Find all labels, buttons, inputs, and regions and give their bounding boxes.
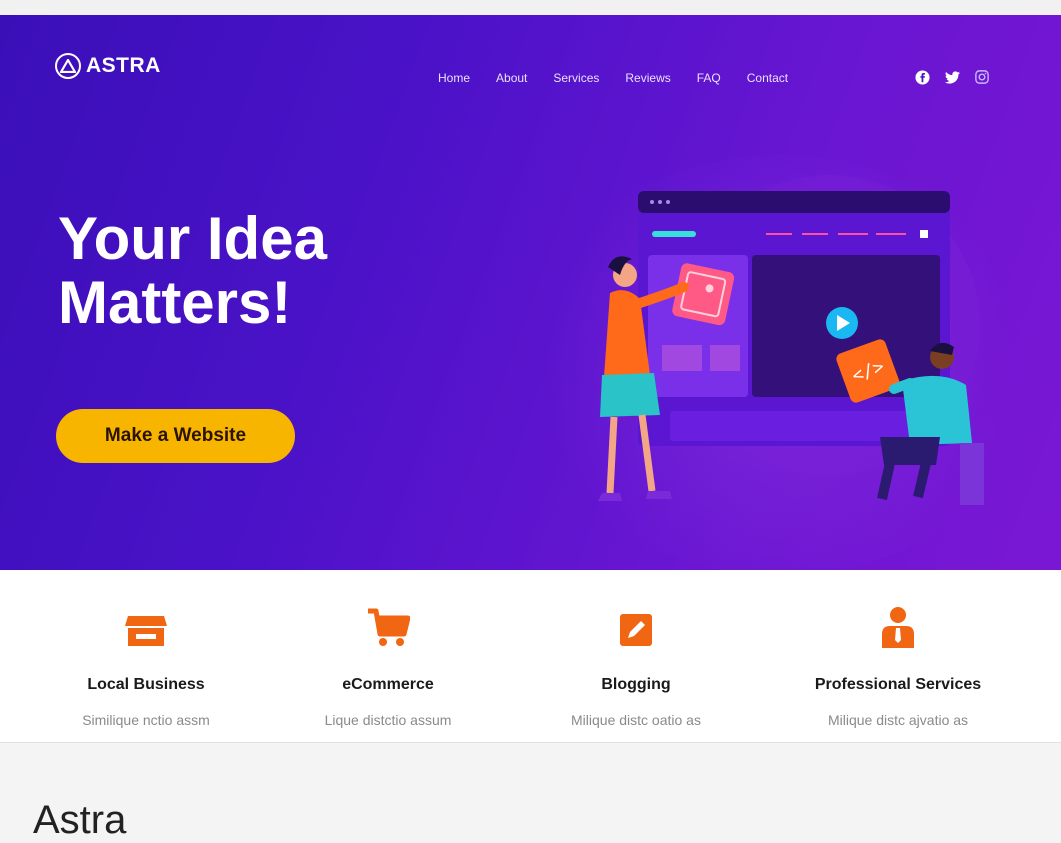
cart-icon: [278, 608, 498, 648]
top-strip: [0, 0, 1061, 15]
logo-text: ASTRA: [86, 54, 161, 77]
feature-title: Local Business: [87, 676, 205, 693]
headline-line-2: Matters!: [58, 269, 292, 336]
nav-faq[interactable]: FAQ: [697, 71, 721, 85]
feature-blogging[interactable]: Blogging Milique distc oatio as: [526, 608, 746, 728]
feature-title: eCommerce: [342, 676, 434, 693]
hero-headline: Your Idea Matters!: [58, 207, 478, 335]
nav-home[interactable]: Home: [438, 71, 470, 85]
pencil-icon: [526, 608, 746, 648]
twitter-icon[interactable]: [944, 69, 960, 85]
feature-ecommerce[interactable]: eCommerce Lique distctio assum: [278, 608, 498, 728]
site-name: Astra: [33, 798, 127, 842]
feature-desc: Similique nctio assm: [82, 712, 210, 728]
page: ASTRA Home About Services Reviews FAQ Co…: [0, 0, 1061, 842]
store-icon: [36, 608, 256, 648]
nav-contact[interactable]: Contact: [747, 71, 788, 85]
nav-reviews[interactable]: Reviews: [625, 71, 670, 85]
feature-desc: Milique distc ajvatio as: [827, 712, 969, 728]
feature-professional-services[interactable]: Professional Services Milique distc ajva…: [788, 607, 1008, 728]
feature-title: Blogging: [601, 676, 671, 693]
headline-line-1: Your Idea: [58, 205, 327, 272]
instagram-icon[interactable]: [974, 69, 990, 85]
social-links: [914, 69, 990, 85]
nav-about[interactable]: About: [496, 71, 527, 85]
businessman-icon: [788, 607, 1008, 648]
facebook-icon[interactable]: [914, 69, 930, 85]
hero-illustration: </>: [598, 175, 984, 505]
feature-title: Professional Services: [814, 676, 982, 693]
caption-bar: Astra: [0, 742, 1061, 842]
astra-logo-icon: [55, 53, 81, 79]
main-nav: Home About Services Reviews FAQ Contact: [438, 71, 814, 85]
features-section: Local Business Similique nctio assm eCom…: [0, 570, 1061, 742]
make-website-button[interactable]: Make a Website: [56, 409, 295, 463]
site-logo[interactable]: ASTRA: [55, 53, 161, 79]
feature-desc: Milique distc oatio as: [571, 712, 701, 728]
feature-desc: Lique distctio assum: [324, 712, 452, 728]
feature-local-business[interactable]: Local Business Similique nctio assm: [36, 608, 256, 728]
nav-services[interactable]: Services: [553, 71, 599, 85]
hero-section: ASTRA Home About Services Reviews FAQ Co…: [0, 15, 1061, 570]
